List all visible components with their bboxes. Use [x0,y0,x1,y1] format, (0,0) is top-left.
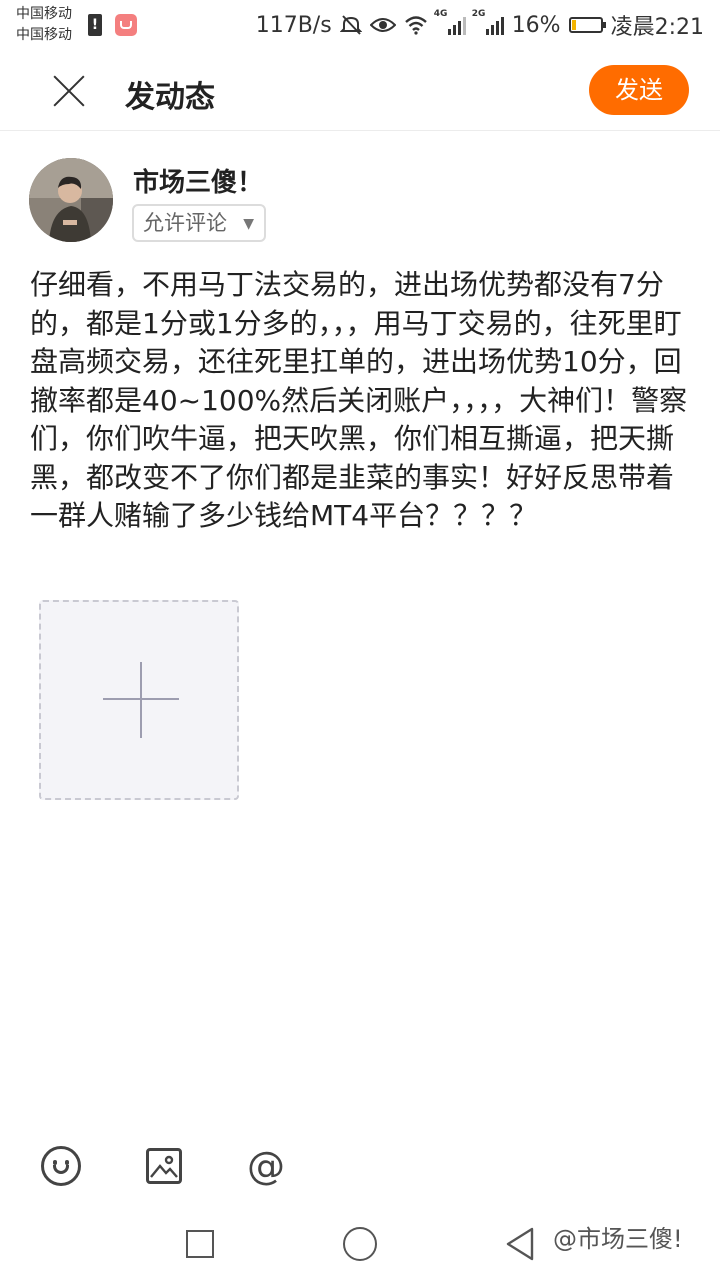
mute-icon [339,15,362,35]
net-speed: 117B/s [255,12,332,38]
close-icon[interactable] [44,66,94,116]
battery-fill [571,20,576,30]
recent-apps-button[interactable] [186,1230,214,1258]
emoji-icon[interactable] [41,1146,81,1186]
add-image-button[interactable] [39,600,239,800]
username: 市场三傻！ [133,168,264,198]
status-indicators: 117B/s 4G 2G 16% 凌晨2:21 [256,8,704,42]
send-button[interactable]: 发送 [589,65,689,115]
back-button[interactable] [504,1226,536,1262]
watermark: @市场三傻! [553,1225,683,1253]
status-bar: 中国移动 中国移动 ! 117B/s 4G 2G 16% 凌晨2:21 [0,0,720,50]
signal-4g-icon: 4G [434,9,466,35]
comment-permission-dropdown[interactable]: 允许评论 ▼ [132,204,266,242]
eye-icon [369,18,396,32]
battery-percent: 16% [511,12,561,38]
app-header: 发动态 发送 [0,50,720,131]
alert-icon: ! [88,14,102,36]
carrier-2: 中国移动 [16,27,72,43]
wifi-icon [404,16,427,35]
comment-permission-label: 允许评论 [143,211,227,235]
post-text-input[interactable]: 仔细看，不用马丁法交易的，进出场优势都没有7分的，都是1分或1分多的，，，用马丁… [30,266,694,536]
app-notification-icon [115,14,137,36]
avatar[interactable] [29,158,113,242]
battery-icon [568,17,606,33]
page-title: 发动态 [125,80,215,115]
chevron-down-icon: ▼ [243,216,254,232]
signal-2g-icon: 2G [472,9,504,35]
carrier-labels: 中国移动 中国移动 [16,4,72,46]
carrier-1: 中国移动 [16,6,72,22]
at-icon[interactable]: @ [246,1146,286,1186]
clock: 凌晨2:21 [610,15,704,40]
home-button[interactable] [343,1227,377,1261]
image-icon[interactable] [146,1148,182,1184]
